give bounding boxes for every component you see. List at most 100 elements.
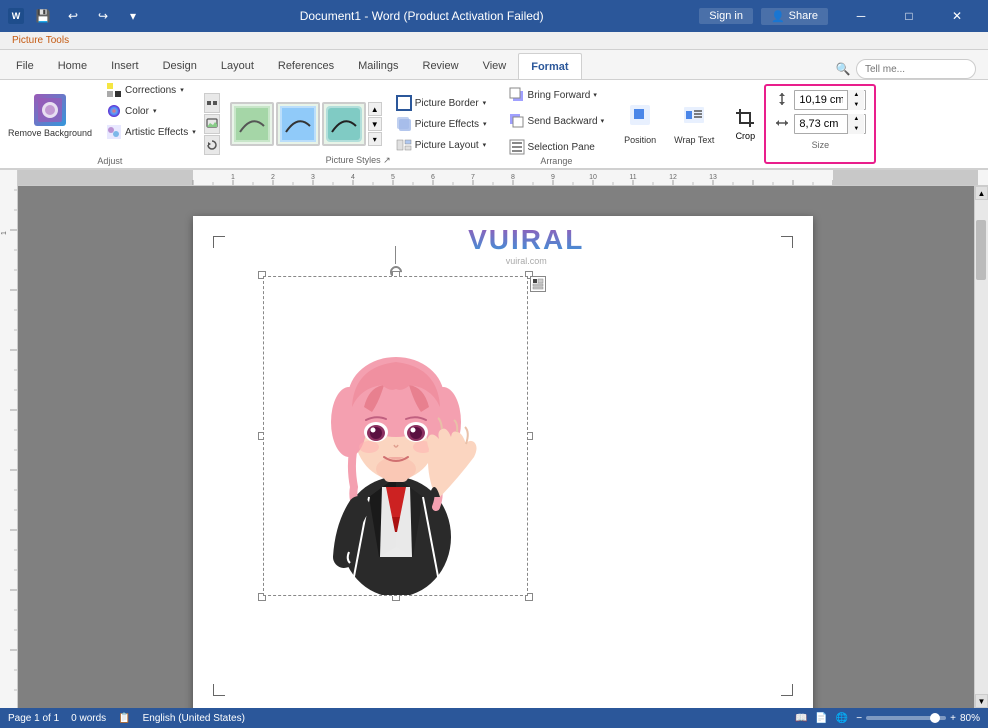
height-input-box[interactable]: ▲ ▼	[794, 90, 866, 110]
share-button[interactable]: 👤 Share	[761, 8, 828, 25]
proofing-icon[interactable]: 📋	[118, 713, 130, 724]
minimize-button[interactable]: ─	[838, 0, 884, 32]
tab-mailings[interactable]: Mailings	[346, 53, 410, 79]
gallery-scroll: ▲ ▼ ▾	[368, 102, 382, 146]
selection-pane-icon	[509, 139, 525, 155]
svg-text:5: 5	[391, 174, 395, 181]
image-container[interactable]	[263, 276, 528, 596]
scroll-down-button[interactable]: ▼	[975, 694, 988, 708]
restore-button[interactable]: □	[886, 0, 932, 32]
width-input[interactable]	[795, 118, 847, 130]
bring-forward-button[interactable]: Bring Forward ▾	[503, 84, 603, 106]
style-thumb-1[interactable]	[230, 102, 274, 146]
signin-button[interactable]: Sign in	[699, 8, 753, 24]
read-mode-icon[interactable]: 📖	[795, 713, 807, 724]
canvas-area: 1 2 3 4 5 6	[18, 170, 988, 708]
share-icon: 👤	[771, 10, 785, 23]
height-input[interactable]	[795, 94, 847, 106]
tab-view[interactable]: View	[471, 53, 519, 79]
size-group: ▲ ▼ ▲ ▼	[764, 84, 876, 164]
artistic-effects-button[interactable]: Artistic Effects ▾	[102, 122, 200, 142]
reset-picture-button[interactable]	[204, 135, 220, 155]
customize-quick-access-button[interactable]: ▾	[122, 5, 144, 27]
tab-home[interactable]: Home	[46, 53, 99, 79]
gallery-down-button[interactable]: ▼	[368, 117, 382, 131]
redo-button[interactable]: ↪	[92, 5, 114, 27]
picture-tools-label: Picture Tools	[4, 35, 77, 46]
picture-border-button[interactable]: Picture Border ▾	[392, 93, 491, 113]
remove-background-button[interactable]: Remove Background	[0, 80, 100, 152]
width-row: ▲ ▼	[774, 114, 866, 134]
zoom-thumb[interactable]	[930, 713, 940, 723]
tab-design[interactable]: Design	[151, 53, 209, 79]
picture-tools-bar: Picture Tools	[0, 32, 988, 50]
svg-text:12: 12	[669, 174, 677, 181]
tell-me-input[interactable]	[856, 59, 976, 79]
style-thumb-3[interactable]	[322, 102, 366, 146]
compress-button[interactable]	[204, 93, 220, 113]
tab-insert[interactable]: Insert	[99, 53, 151, 79]
scroll-up-button[interactable]: ▲	[975, 186, 988, 200]
position-button[interactable]: Position	[616, 88, 664, 160]
tab-references[interactable]: References	[266, 53, 346, 79]
height-down-button[interactable]: ▼	[848, 100, 864, 110]
change-picture-button[interactable]	[204, 114, 220, 134]
save-button[interactable]: 💾	[32, 5, 54, 27]
layout-dropdown-icon: ▾	[483, 141, 487, 149]
language[interactable]: English (United States)	[143, 713, 245, 724]
bring-forward-label: Bring Forward	[528, 90, 591, 101]
zoom-level[interactable]: 80%	[960, 713, 980, 724]
scroll-thumb[interactable]	[976, 220, 986, 280]
zoom-in-button[interactable]: +	[950, 713, 956, 724]
page-info: Page 1 of 1	[8, 713, 59, 724]
undo-button[interactable]: ↩	[62, 5, 84, 27]
color-button[interactable]: Color ▾	[102, 101, 200, 121]
picture-effects-button[interactable]: Picture Effects ▾	[392, 114, 491, 134]
effects-dropdown-icon: ▾	[483, 120, 487, 128]
corner-tr	[781, 236, 793, 248]
scroll-track	[975, 200, 988, 694]
width-down-button[interactable]: ▼	[848, 124, 864, 134]
style-thumb-2[interactable]	[276, 102, 320, 146]
picture-styles-label: Picture Styles ↗	[220, 155, 497, 166]
artistic-dropdown-icon: ▾	[192, 128, 196, 136]
close-button[interactable]: ✕	[934, 0, 980, 32]
search-icon: 🔍	[834, 60, 852, 78]
gallery-expand-button[interactable]: ▾	[368, 132, 382, 146]
picture-layout-button[interactable]: Picture Layout ▾	[392, 135, 491, 155]
width-up-button[interactable]: ▲	[848, 114, 864, 124]
vertical-scrollbar[interactable]: ▲ ▼	[974, 186, 988, 708]
height-up-button[interactable]: ▲	[848, 90, 864, 100]
style-thumbnails	[230, 102, 366, 146]
layout-options-button[interactable]	[530, 276, 546, 292]
arrange-group-label: Arrange	[497, 156, 617, 166]
crop-icon	[734, 107, 756, 129]
width-input-box[interactable]: ▲ ▼	[794, 114, 866, 134]
crop-button[interactable]: Crop	[726, 84, 764, 164]
tab-format[interactable]: Format	[518, 53, 581, 79]
height-spin: ▲ ▼	[847, 90, 864, 110]
send-backward-button[interactable]: Send Backward ▾	[503, 110, 611, 132]
picture-styles-expand-icon[interactable]: ↗	[383, 155, 391, 165]
svg-text:4: 4	[351, 174, 355, 181]
effects-icon	[396, 116, 412, 132]
anime-image	[264, 277, 528, 596]
svg-text:11: 11	[629, 174, 636, 181]
tab-review[interactable]: Review	[411, 53, 471, 79]
corrections-button[interactable]: Corrections ▾	[102, 80, 200, 100]
tab-layout[interactable]: Layout	[209, 53, 266, 79]
tab-file[interactable]: File	[4, 53, 46, 79]
zoom-out-button[interactable]: −	[856, 713, 862, 724]
zoom-controls: − + 80%	[856, 713, 980, 724]
gallery-up-button[interactable]: ▲	[368, 102, 382, 116]
wrap-text-button[interactable]: Wrap Text	[666, 88, 722, 160]
artistic-effects-label: Artistic Effects	[125, 127, 188, 138]
zoom-slider[interactable]	[866, 716, 946, 720]
color-dropdown-icon: ▾	[153, 107, 157, 115]
corner-br	[781, 684, 793, 696]
watermark-text: VUIRAL	[468, 224, 584, 256]
position-label: Position	[624, 135, 656, 146]
print-layout-icon[interactable]: 📄	[815, 713, 827, 724]
web-layout-icon[interactable]: 🌐	[836, 713, 848, 724]
selection-pane-button[interactable]: Selection Pane	[503, 136, 601, 158]
